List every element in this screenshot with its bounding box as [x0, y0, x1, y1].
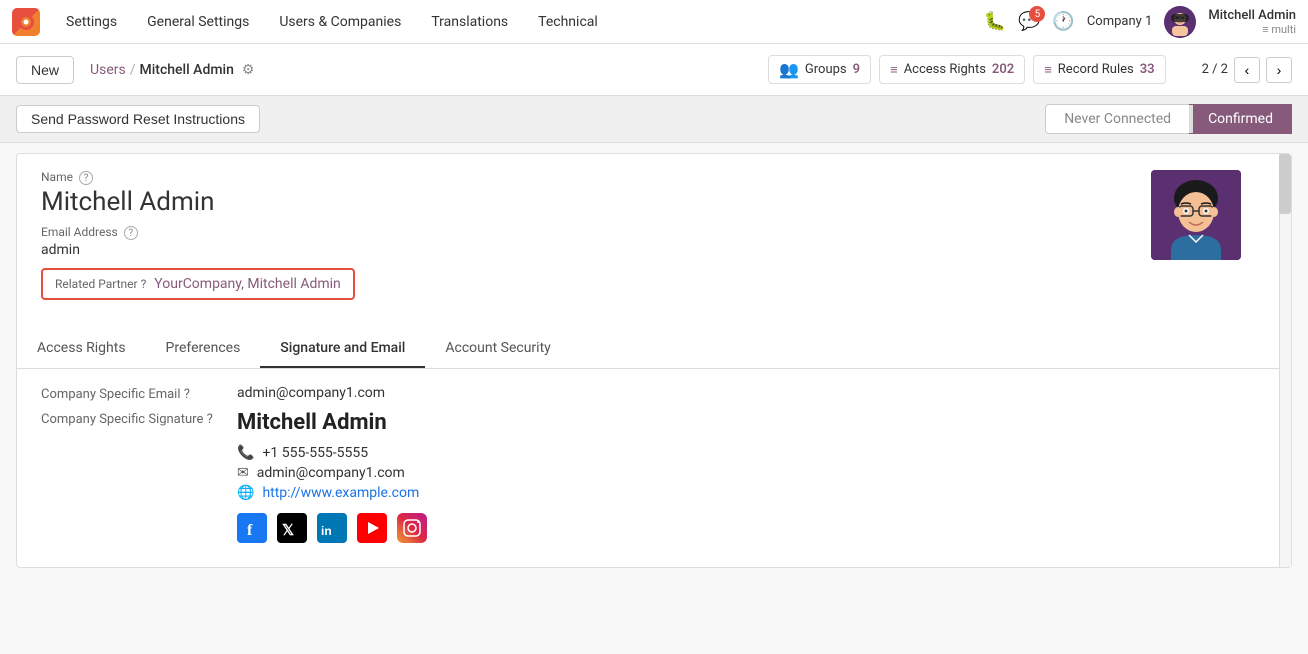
status-confirmed[interactable]: Confirmed — [1189, 104, 1292, 134]
breadcrumb-current: Mitchell Admin — [140, 62, 234, 78]
record-rules-label: Record Rules — [1058, 62, 1134, 77]
main-menu: Settings General Settings Users & Compan… — [60, 10, 964, 34]
record-rules-count: 33 — [1140, 62, 1155, 77]
app-logo[interactable] — [12, 8, 40, 36]
user-avatar-image[interactable] — [1151, 170, 1241, 260]
status-bar: Send Password Reset Instructions Never C… — [0, 96, 1308, 143]
email-icon: ✉ — [237, 465, 249, 481]
notification-count: 5 — [1029, 6, 1045, 22]
menu-technical[interactable]: Technical — [532, 10, 604, 34]
svg-text:in: in — [321, 524, 332, 538]
main-form: Name ? Mitchell Admin Email Address ? ad… — [16, 153, 1292, 568]
sig-email-row: ✉ admin@company1.com — [237, 465, 1267, 481]
topnav-right: 🐛 💬 5 🕐 Company 1 Mitchell Admin ≡ multi — [984, 6, 1296, 38]
instagram-icon[interactable] — [397, 513, 427, 543]
related-partner-help-icon[interactable]: ? — [141, 277, 147, 291]
scrollbar-track[interactable] — [1279, 154, 1291, 567]
company-email-help[interactable]: ? — [184, 387, 190, 402]
tab-content-signature-email: Company Specific Email ? admin@company1.… — [17, 369, 1291, 567]
user-name: Mitchell Admin — [1208, 8, 1296, 23]
record-rules-pill[interactable]: ≡ Record Rules 33 — [1033, 55, 1165, 84]
svg-text:𝕏: 𝕏 — [282, 522, 294, 539]
form-tabs: Access Rights Preferences Signature and … — [17, 330, 1291, 369]
groups-pill[interactable]: 👥 Groups 9 — [768, 55, 871, 84]
send-reset-button[interactable]: Send Password Reset Instructions — [16, 105, 260, 133]
svg-text:f: f — [247, 522, 253, 539]
signature-block: Mitchell Admin 📞 +1 555-555-5555 ✉ admin… — [237, 410, 1267, 543]
next-button[interactable]: › — [1266, 57, 1292, 83]
sig-phone-row: 📞 +1 555-555-5555 — [237, 445, 1267, 461]
name-help-icon[interactable]: ? — [79, 171, 93, 185]
youtube-icon[interactable] — [357, 513, 387, 543]
menu-general-settings[interactable]: General Settings — [141, 10, 255, 34]
groups-icon: 👥 — [779, 60, 799, 79]
tab-preferences[interactable]: Preferences — [146, 330, 261, 368]
tab-access-rights[interactable]: Access Rights — [17, 330, 146, 368]
breadcrumb-users[interactable]: Users — [90, 62, 126, 78]
top-navigation: Settings General Settings Users & Compan… — [0, 0, 1308, 44]
twitter-x-icon[interactable]: 𝕏 — [277, 513, 307, 543]
status-never-connected[interactable]: Never Connected — [1045, 104, 1190, 134]
menu-users-companies[interactable]: Users & Companies — [273, 10, 407, 34]
sig-website-row: 🌐 http://www.example.com — [237, 485, 1267, 501]
company-sig-value: Mitchell Admin 📞 +1 555-555-5555 ✉ admin… — [237, 410, 1267, 543]
company-email-value: admin@company1.com — [237, 385, 1267, 402]
status-steps: Never Connected Confirmed — [1045, 104, 1292, 134]
breadcrumb: Users / Mitchell Admin ⚙ — [90, 62, 254, 78]
sig-name: Mitchell Admin — [237, 410, 1267, 435]
notification-bell[interactable]: 💬 5 — [1018, 11, 1040, 32]
groups-label: Groups — [805, 62, 847, 77]
company-email-row: Company Specific Email ? admin@company1.… — [41, 385, 1267, 402]
new-button[interactable]: New — [16, 56, 74, 84]
tab-signature-email[interactable]: Signature and Email — [260, 330, 425, 368]
access-rights-pill[interactable]: ≡ Access Rights 202 — [879, 55, 1025, 84]
pagination: 2 / 2 ‹ › — [1202, 57, 1292, 83]
company-email-label: Company Specific Email ? — [41, 385, 221, 402]
access-rights-label: Access Rights — [904, 62, 986, 77]
stat-pills: 👥 Groups 9 ≡ Access Rights 202 ≡ Record … — [768, 55, 1166, 84]
user-sub: ≡ multi — [1262, 23, 1296, 36]
linkedin-icon[interactable]: in — [317, 513, 347, 543]
sig-email: admin@company1.com — [257, 465, 405, 481]
user-info: Mitchell Admin ≡ multi — [1208, 8, 1296, 36]
name-value: Mitchell Admin — [41, 187, 1255, 217]
related-partner-box: Related Partner ? YourCompany, Mitchell … — [41, 268, 355, 300]
facebook-icon[interactable]: f — [237, 513, 267, 543]
email-value: admin — [41, 242, 1255, 258]
user-avatar[interactable] — [1164, 6, 1196, 38]
settings-gear-icon[interactable]: ⚙ — [242, 62, 255, 78]
scrollbar-thumb[interactable] — [1279, 154, 1291, 214]
tab-account-security[interactable]: Account Security — [425, 330, 570, 368]
action-bar: New Users / Mitchell Admin ⚙ 👥 Groups 9 … — [0, 44, 1308, 96]
social-icons: f 𝕏 in — [237, 513, 1267, 543]
sig-website[interactable]: http://www.example.com — [262, 485, 419, 501]
sig-phone: +1 555-555-5555 — [262, 445, 368, 461]
globe-icon: 🌐 — [237, 485, 254, 501]
menu-translations[interactable]: Translations — [425, 10, 514, 34]
related-partner-value[interactable]: YourCompany, Mitchell Admin — [154, 276, 341, 292]
record-rules-icon: ≡ — [1044, 62, 1052, 78]
email-help-icon[interactable]: ? — [124, 226, 138, 240]
access-rights-icon: ≡ — [890, 62, 898, 78]
company-sig-label: Company Specific Signature ? — [41, 410, 221, 543]
menu-settings[interactable]: Settings — [60, 10, 123, 34]
name-label: Name ? — [41, 170, 1255, 185]
company-selector[interactable]: Company 1 — [1087, 14, 1153, 29]
related-partner-label: Related Partner ? — [55, 277, 146, 291]
form-body: Name ? Mitchell Admin Email Address ? ad… — [17, 154, 1291, 330]
email-label: Email Address ? — [41, 225, 1255, 240]
company-sig-row: Company Specific Signature ? Mitchell Ad… — [41, 410, 1267, 543]
access-rights-count: 202 — [992, 62, 1014, 77]
clock-icon[interactable]: 🕐 — [1052, 11, 1074, 32]
pagination-text: 2 / 2 — [1202, 62, 1228, 77]
company-sig-help[interactable]: ? — [207, 412, 213, 427]
phone-icon: 📞 — [237, 445, 254, 461]
prev-button[interactable]: ‹ — [1234, 57, 1260, 83]
groups-count: 9 — [853, 62, 860, 77]
bug-icon[interactable]: 🐛 — [984, 11, 1006, 32]
